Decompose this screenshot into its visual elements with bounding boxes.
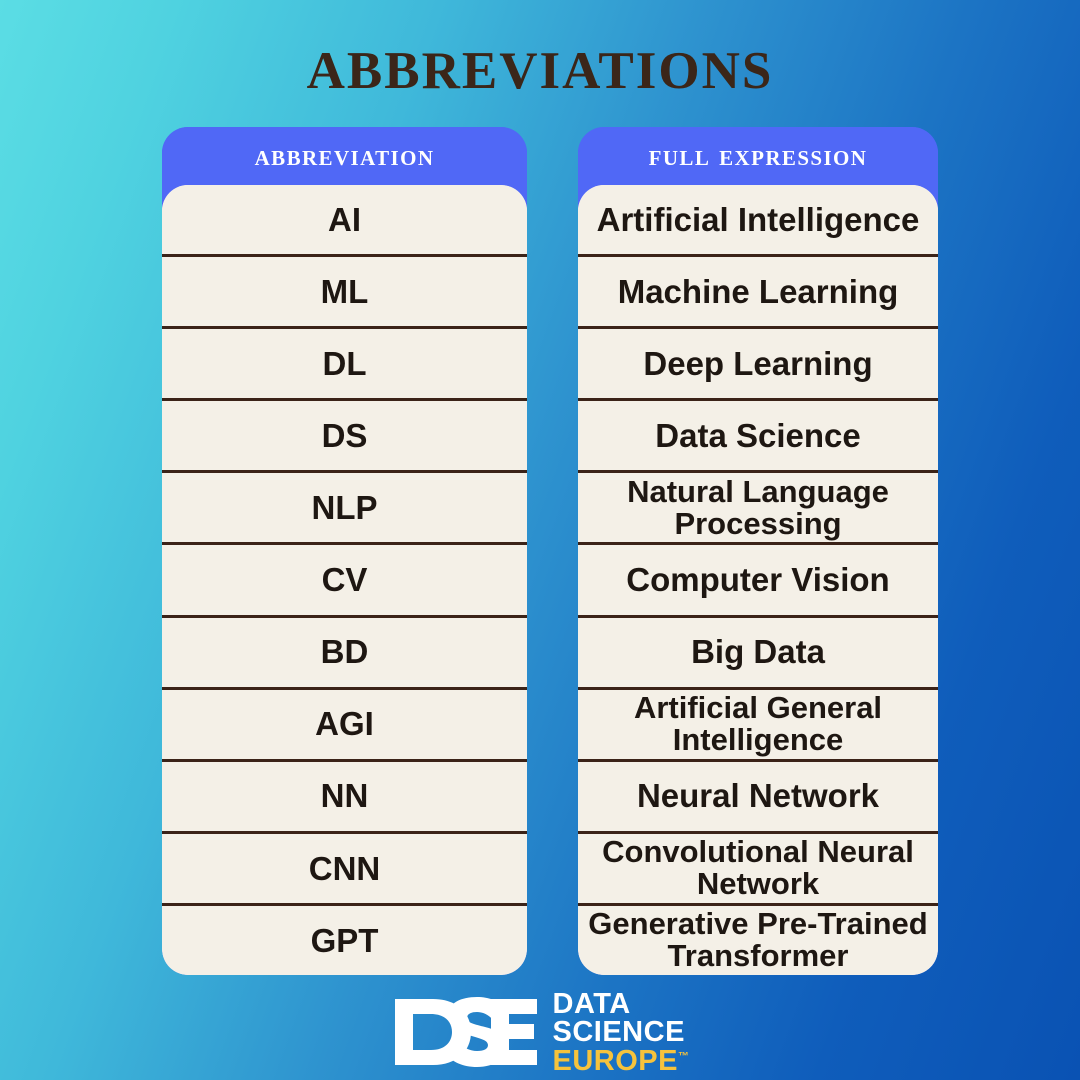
wordmark-line-data: DATA (552, 988, 631, 1021)
abbreviations-table: Abbreviation AI ML DL DS NLP CV BD AGI N… (162, 127, 938, 975)
table-row: Natural Language Processing (578, 473, 938, 546)
table-row: Deep Learning (578, 329, 938, 402)
dse-monogram-icon (394, 996, 537, 1067)
table-row: GPT (162, 905, 527, 975)
full-expression-column-body: Artificial Intelligence Machine Learning… (578, 185, 938, 975)
table-row: Artificial Intelligence (578, 185, 938, 258)
table-row: ML (162, 257, 527, 330)
wordmark-europe-text: EUROPE (552, 1044, 678, 1077)
table-row: AI (162, 185, 527, 258)
table-row: DL (162, 329, 527, 402)
table-row: CNN (162, 833, 527, 906)
wordmark-line-science: SCIENCE (552, 1016, 685, 1049)
abbreviation-column: Abbreviation AI ML DL DS NLP CV BD AGI N… (162, 127, 527, 975)
table-row: Machine Learning (578, 257, 938, 330)
table-row: AGI (162, 689, 527, 762)
table-row: Neural Network (578, 761, 938, 834)
table-row: Convolutional Neural Network (578, 833, 938, 906)
table-row: CV (162, 545, 527, 618)
brand-wordmark: DATA SCIENCE EUROPE™ (552, 988, 690, 1077)
table-row: NN (162, 761, 527, 834)
column-header-abbreviation: Abbreviation (162, 127, 527, 185)
abbreviations-poster: Abbreviations Abbreviation AI ML DL DS N… (0, 0, 1080, 1080)
table-row: Computer Vision (578, 545, 938, 618)
table-row: Data Science (578, 401, 938, 474)
wordmark-line-europe: EUROPE™ (552, 1044, 690, 1077)
table-row: DS (162, 401, 527, 474)
table-row: NLP (162, 473, 527, 546)
table-row: BD (162, 617, 527, 690)
page-title: Abbreviations (306, 21, 774, 105)
brand-logo: DATA SCIENCE EUROPE™ (0, 983, 1080, 1080)
table-row: Artificial General Intelligence (578, 689, 938, 762)
table-row: Generative Pre-Trained Transformer (578, 905, 938, 975)
abbreviation-column-body: AI ML DL DS NLP CV BD AGI NN CNN GPT (162, 185, 527, 975)
table-row: Big Data (578, 617, 938, 690)
full-expression-column: Full Expression Artificial Intelligence … (578, 127, 938, 975)
column-header-full-expression: Full Expression (578, 127, 938, 185)
trademark-symbol: ™ (677, 1049, 690, 1062)
